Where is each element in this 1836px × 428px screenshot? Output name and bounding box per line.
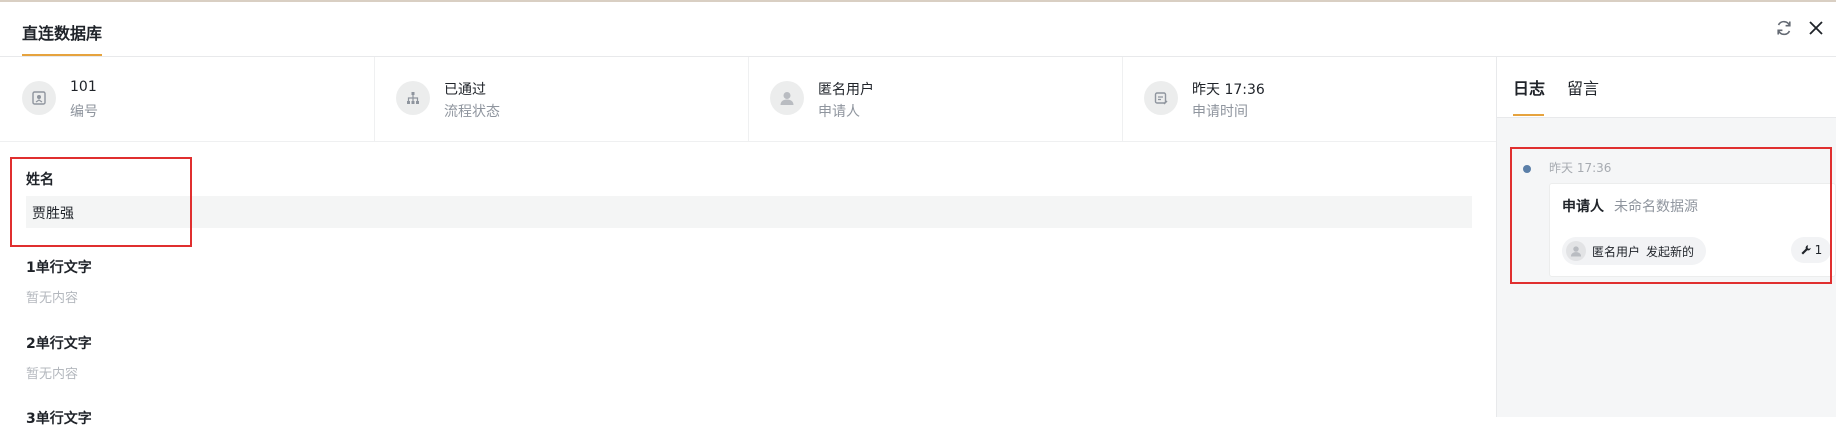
form-field: 2单行文字 暂无内容 <box>26 333 92 382</box>
info-label: 申请人 <box>818 104 860 120</box>
info-label: 申请时间 <box>1192 104 1248 120</box>
info-label: 编号 <box>70 104 98 120</box>
name-value-box[interactable]: 贾胜强 <box>26 196 1472 228</box>
field-empty-text: 暂无内容 <box>26 291 79 306</box>
user-avatar-icon <box>770 81 804 115</box>
title-underline <box>22 54 102 56</box>
info-status: 已通过 流程状态 <box>374 57 748 141</box>
tab-log[interactable]: 日志 <box>1513 75 1545 99</box>
field-label: 3单行文字 <box>26 411 92 427</box>
info-time: 昨天 17:36 申请时间 <box>1122 57 1496 141</box>
side-tabs: 日志 留言 <box>1497 57 1836 118</box>
field-label: 2单行文字 <box>26 336 92 352</box>
form-field: 1单行文字 暂无内容 <box>26 257 92 306</box>
info-label: 流程状态 <box>444 104 500 120</box>
info-value: 匿名用户 <box>818 82 874 98</box>
highlight-box <box>10 157 192 247</box>
tab-messages[interactable]: 留言 <box>1567 75 1599 99</box>
refresh-icon[interactable] <box>1774 18 1794 38</box>
info-value: 101 <box>70 79 97 95</box>
calendar-edit-icon <box>1144 81 1178 115</box>
side-panel: 日志 留言 昨天 17:36 申请人 未命名数据源 匿名用户 发起新的 1 <box>1497 57 1836 417</box>
main-panel: 101 编号 已通过 流程状态 匿名用户 申请人 昨天 17:36 申请时间 姓… <box>0 57 1496 427</box>
field-label: 1单行文字 <box>26 260 92 276</box>
dialog-title: 直连数据库 <box>22 24 103 43</box>
info-row: 101 编号 已通过 流程状态 匿名用户 申请人 昨天 17:36 申请时间 <box>0 57 1496 142</box>
info-applicant: 匿名用户 申请人 <box>748 57 1122 141</box>
highlight-box <box>1510 147 1832 284</box>
info-id: 101 编号 <box>0 57 374 141</box>
id-badge-icon <box>22 81 56 115</box>
form-field: 3单行文字 <box>26 408 92 428</box>
dialog-header: 直连数据库 <box>0 2 1836 57</box>
field-empty-text: 暂无内容 <box>26 367 79 382</box>
info-value: 已通过 <box>444 82 486 98</box>
org-chart-icon <box>396 81 430 115</box>
close-icon[interactable] <box>1806 18 1826 38</box>
info-value: 昨天 17:36 <box>1192 82 1265 98</box>
tab-underline <box>1513 114 1544 116</box>
